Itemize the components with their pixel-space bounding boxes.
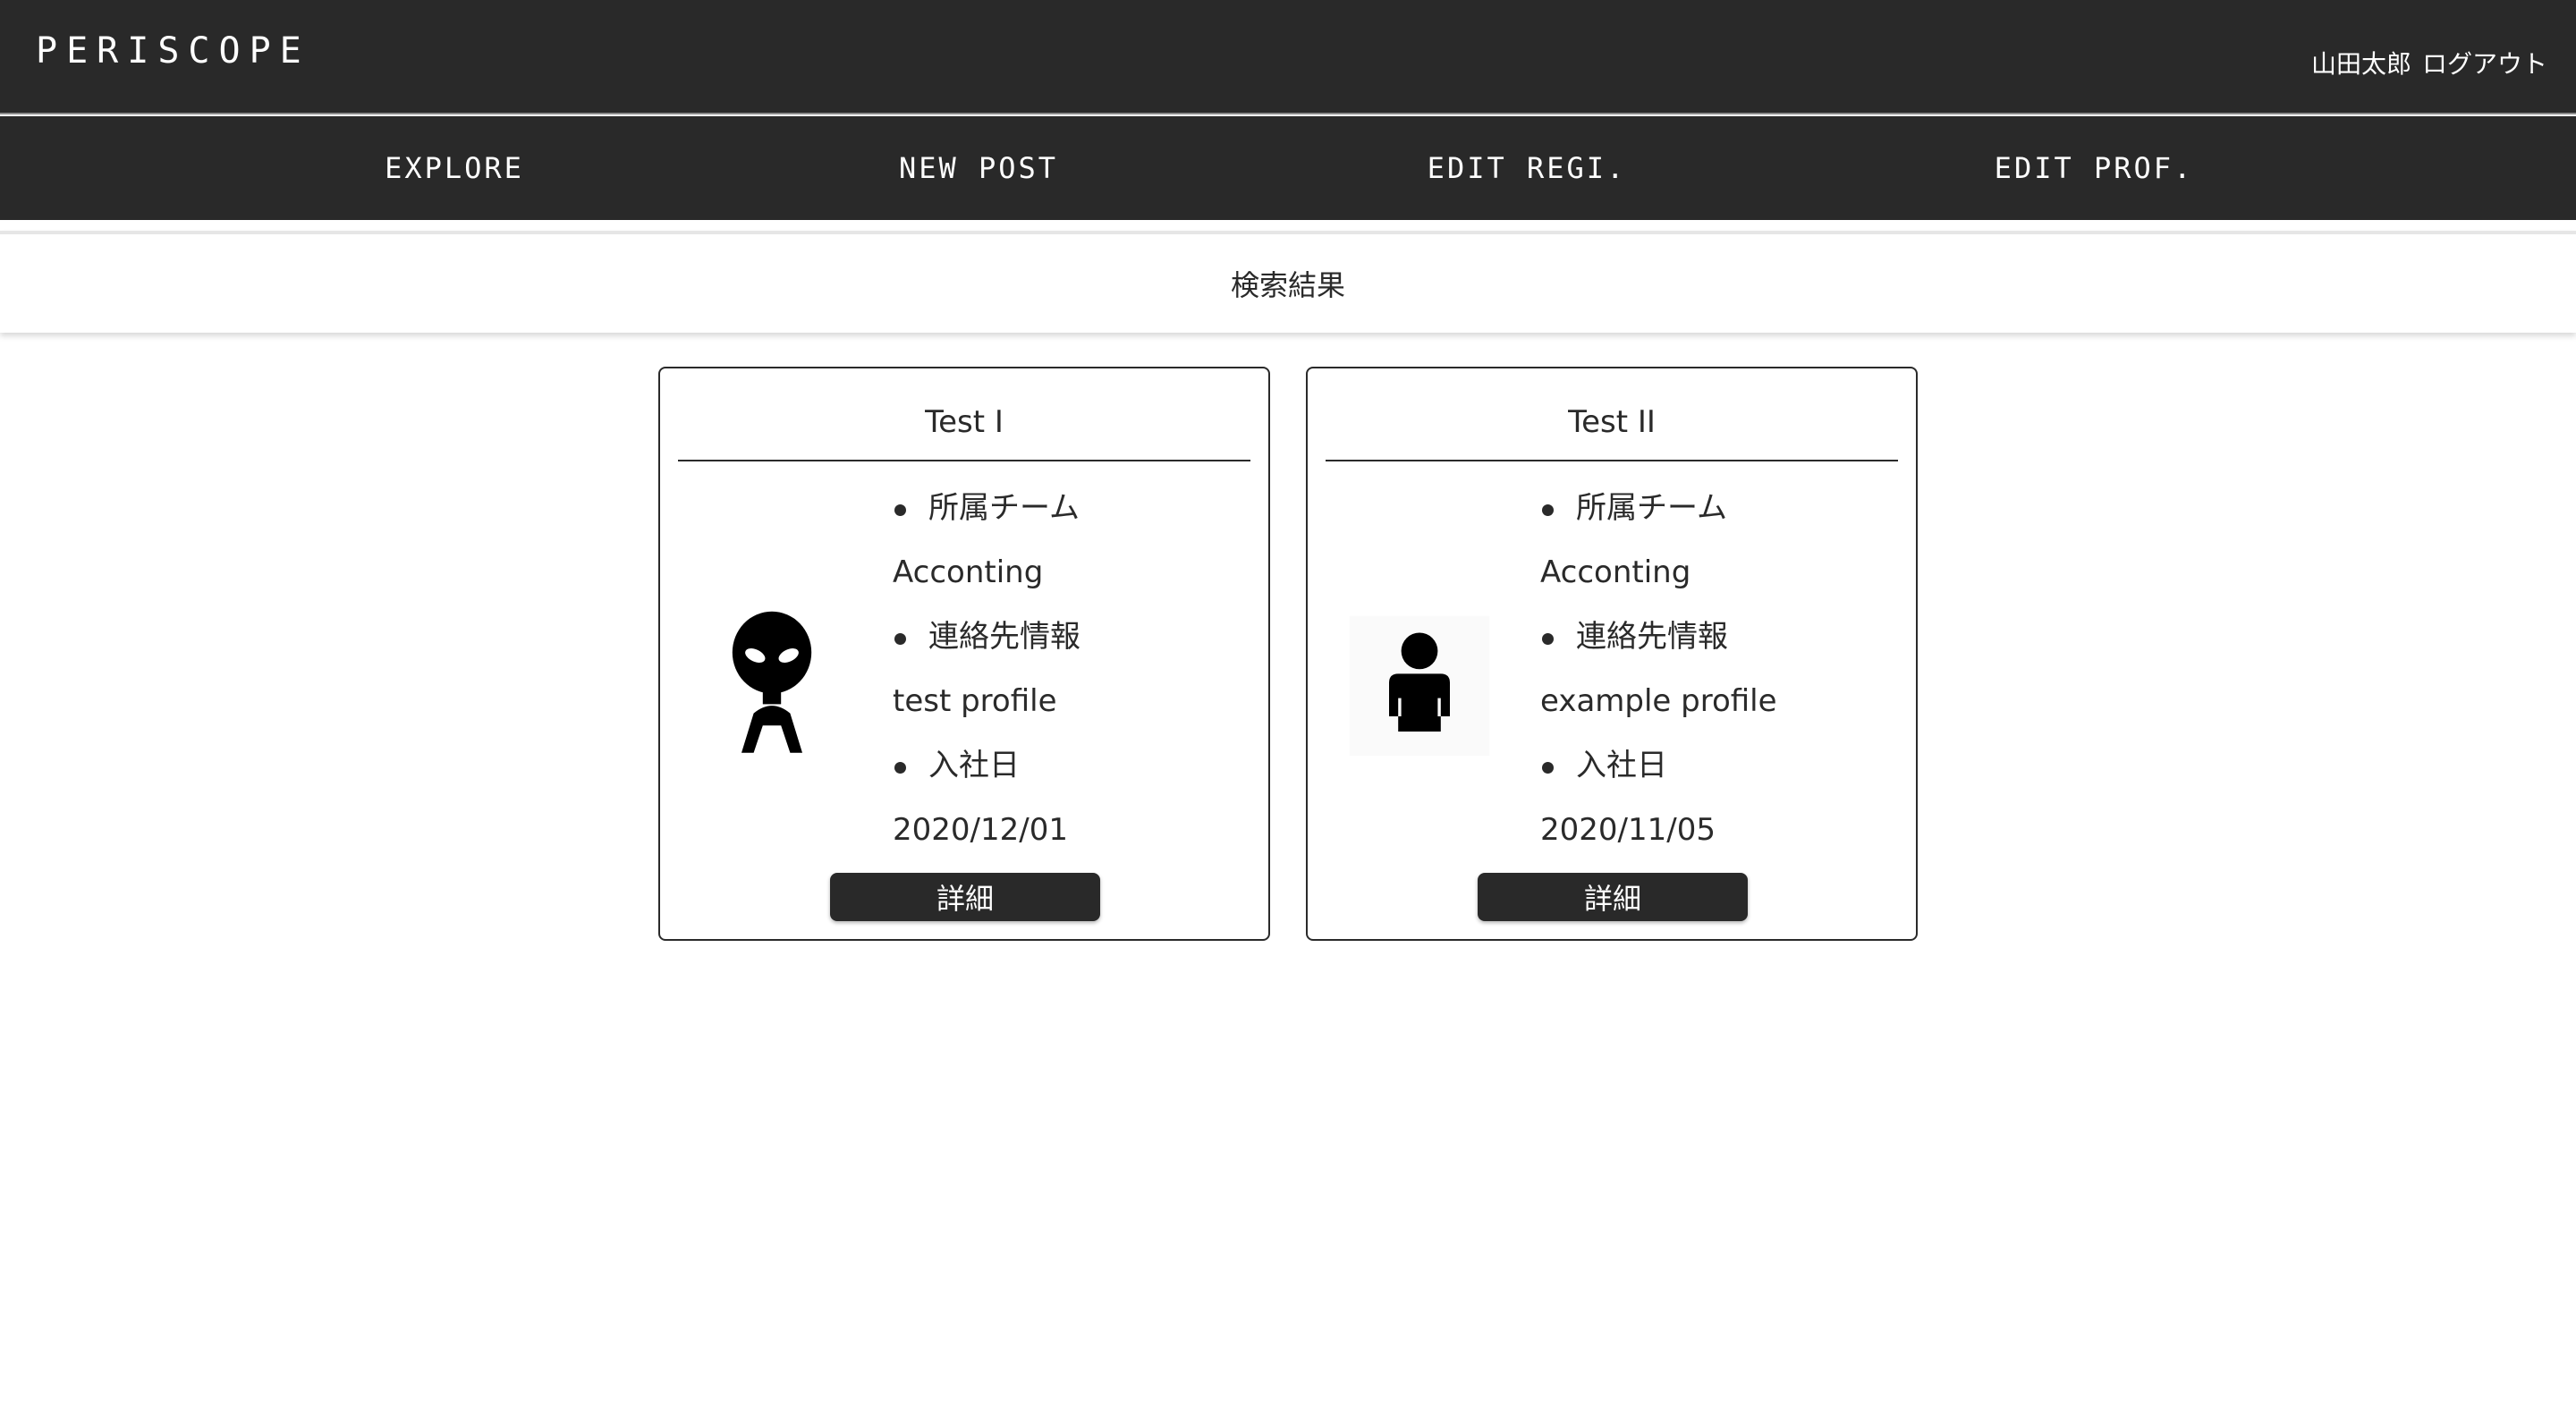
detail-button[interactable]: 詳細 bbox=[830, 873, 1100, 921]
user-area: 山田太郎 ログアウト bbox=[2311, 45, 2547, 80]
brand-logo[interactable]: PERISCOPE bbox=[36, 30, 310, 72]
team-label: 所属チーム bbox=[1540, 476, 1898, 540]
card-info: 所属チーム Acconting 連絡先情報 test profile 入社日 2… bbox=[893, 476, 1250, 862]
alien-icon bbox=[696, 610, 848, 762]
results-header: 検索結果 bbox=[0, 231, 2576, 333]
card-name: Test II bbox=[1326, 404, 1898, 461]
team-label: 所属チーム bbox=[893, 476, 1250, 540]
join-date-value: 2020/12/01 bbox=[893, 812, 1068, 848]
contact-label: 連絡先情報 bbox=[1540, 605, 1898, 669]
join-date-label: 入社日 bbox=[1540, 733, 1898, 798]
team-value: Acconting bbox=[893, 554, 1044, 590]
card-name: Test I bbox=[678, 404, 1250, 461]
user-name: 山田太郎 bbox=[2310, 49, 2411, 79]
contact-label: 連絡先情報 bbox=[893, 605, 1250, 669]
contact-value: test profile bbox=[893, 683, 1057, 719]
main-nav: EXPLORE NEW POST EDIT REGI. EDIT PROF. bbox=[0, 116, 2576, 220]
card-info: 所属チーム Acconting 連絡先情報 example profile 入社… bbox=[1540, 476, 1898, 862]
logout-link[interactable]: ログアウト bbox=[2422, 45, 2547, 80]
profile-card: Test II 所属チーム Acconting 連絡先情報 example pr… bbox=[1306, 367, 1918, 941]
join-date-label: 入社日 bbox=[893, 733, 1250, 798]
detail-button[interactable]: 詳細 bbox=[1478, 873, 1748, 921]
team-value: Acconting bbox=[1540, 554, 1691, 590]
results-title: 検索結果 bbox=[1230, 268, 1345, 302]
nav-new-post[interactable]: NEW POST bbox=[899, 116, 1058, 220]
profile-card: Test I 所属チーム Acconting 連絡先情報 test profil… bbox=[658, 367, 1270, 941]
nav-edit-prof[interactable]: EDIT PROF. bbox=[1995, 116, 2194, 220]
nav-edit-regi[interactable]: EDIT REGI. bbox=[1428, 116, 1627, 220]
person-icon bbox=[1343, 610, 1496, 762]
top-header: PERISCOPE 山田太郎 ログアウト bbox=[0, 0, 2576, 114]
join-date-value: 2020/11/05 bbox=[1540, 812, 1716, 848]
nav-explore[interactable]: EXPLORE bbox=[385, 116, 524, 220]
contact-value: example profile bbox=[1540, 683, 1777, 719]
